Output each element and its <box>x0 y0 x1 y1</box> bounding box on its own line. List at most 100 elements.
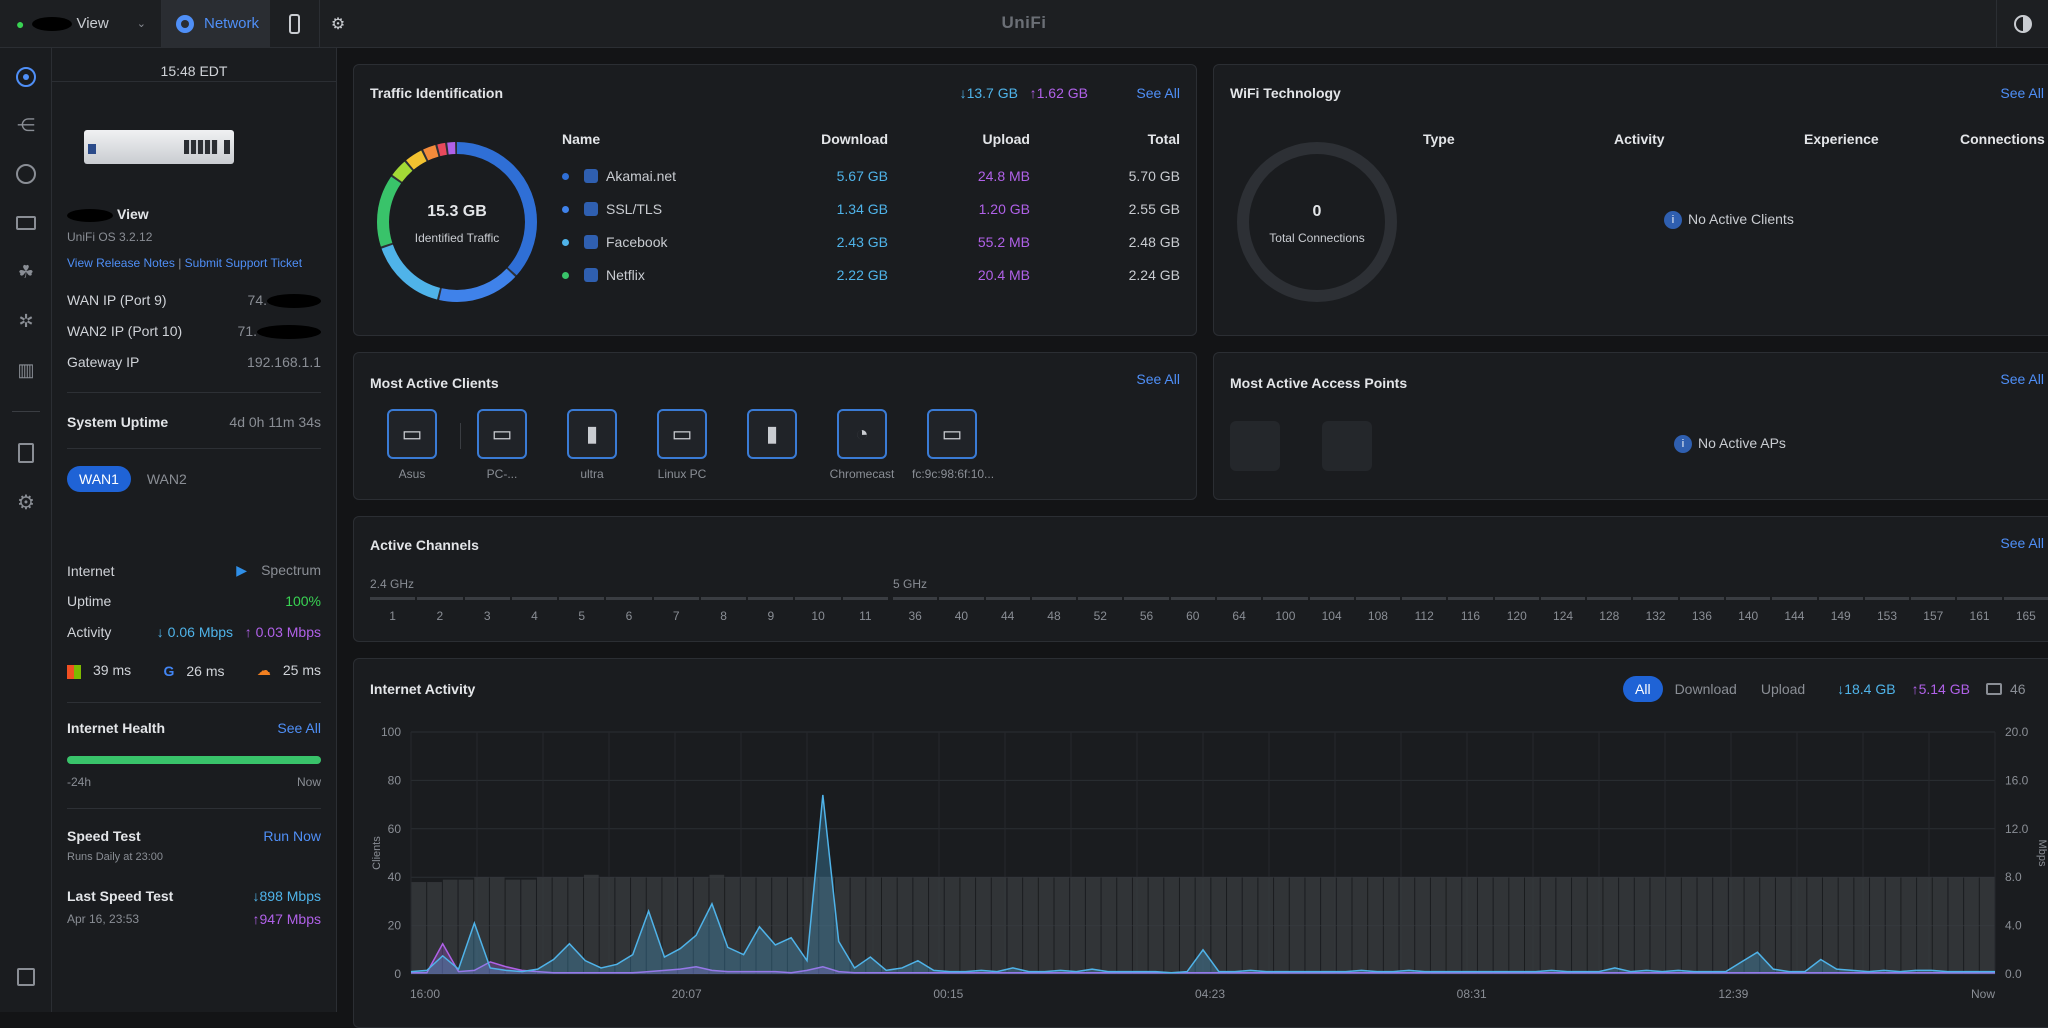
traffic-row[interactable]: Facebook 2.43 GB 55.2 MB 2.48 GB <box>354 234 1196 256</box>
system-uptime-label: System Uptime <box>67 414 169 430</box>
traffic-see-all[interactable]: See All <box>1136 85 1180 101</box>
redacted-text <box>267 294 321 309</box>
x-tick-label: 00:15 <box>933 987 963 1001</box>
channel-bar <box>1216 597 1262 600</box>
clients-bar <box>850 877 866 974</box>
nav-topology[interactable]: ⋲ <box>13 112 39 138</box>
traffic-download: 5.67 GB <box>836 168 888 184</box>
nav-statistics[interactable]: ☘ <box>13 259 39 285</box>
client-item[interactable]: ▭ PC-... <box>462 409 542 481</box>
filter-all[interactable]: All <box>1623 676 1663 702</box>
health-end: Now <box>296 775 321 789</box>
channel-bar <box>464 597 510 600</box>
y-tick-label: 100 <box>381 725 401 739</box>
channel-bar <box>2003 597 2048 600</box>
run-now-button[interactable]: Run Now <box>263 828 321 844</box>
channel-slot: 48 <box>1031 597 1077 623</box>
clients-bar <box>1697 877 1713 974</box>
client-item[interactable]: ◔ Chromecast <box>822 409 902 481</box>
theme-toggle[interactable] <box>1996 0 2048 47</box>
client-item[interactable]: ▭ Linux PC <box>642 409 722 481</box>
wifi-title: WiFi Technology <box>1230 85 1341 101</box>
client-item[interactable]: ▭ Asus <box>372 409 452 481</box>
speed-test-title: Speed Test <box>67 828 141 844</box>
channel-slot: 100 <box>1263 597 1308 623</box>
channel-slot: 116 <box>1448 597 1493 623</box>
clients-bar <box>1666 877 1681 974</box>
channel-number: 36 <box>908 609 922 623</box>
traffic-title: Traffic Identification <box>370 85 504 101</box>
channel-slot: 36 <box>893 597 938 623</box>
channel-slot: 132 <box>1633 597 1678 623</box>
nav-settings[interactable]: ⚙ <box>13 489 39 515</box>
channel-slot: 153 <box>1864 597 1910 623</box>
traffic-upload: 55.2 MB <box>977 234 1030 250</box>
nav-security[interactable]: ✲ <box>13 308 39 334</box>
nav-insights[interactable]: ▥ <box>13 357 39 383</box>
x-tick-label: 08:31 <box>1457 987 1487 1001</box>
aps-see-all[interactable]: See All <box>2000 371 2044 387</box>
nav-logs[interactable] <box>13 440 39 466</box>
channel-slot: 120 <box>1494 597 1539 623</box>
channel-bar <box>606 597 652 600</box>
clients-see-all[interactable]: See All <box>1136 371 1180 387</box>
support-ticket-link[interactable]: Submit Support Ticket <box>185 256 302 270</box>
client-item[interactable]: ▭ fc:9c:98:6f:10... <box>912 409 994 481</box>
traffic-total: 2.48 GB <box>1128 234 1180 250</box>
traffic-row[interactable]: Netflix 2.22 GB 20.4 MB 2.24 GB <box>354 267 1196 289</box>
clients-bar <box>1242 877 1258 974</box>
channel-bar <box>748 597 794 600</box>
channel-bar <box>1494 597 1539 600</box>
internet-health-see-all[interactable]: See All <box>277 720 321 736</box>
activity-title: Internet Activity <box>370 681 476 697</box>
clients-bar <box>1383 877 1399 974</box>
y2-tick-label: 20.0 <box>2005 725 2029 739</box>
filter-upload[interactable]: Upload <box>1749 676 1817 702</box>
nav-dashboard[interactable] <box>13 64 39 90</box>
channels-see-all[interactable]: See All <box>2000 535 2044 551</box>
app-icon <box>584 268 598 282</box>
release-notes-link[interactable]: View Release Notes <box>67 256 175 270</box>
nav-collapse[interactable] <box>13 964 39 990</box>
gateway-ip-label: Gateway IP <box>67 354 140 370</box>
isp-name: Spectrum <box>261 562 321 578</box>
clients-bar <box>1964 877 1979 974</box>
traffic-download: 2.43 GB <box>836 234 888 250</box>
channel-number: 120 <box>1506 609 1527 623</box>
divider <box>52 81 337 82</box>
traffic-download: 1.34 GB <box>836 201 888 217</box>
os-version: UniFi OS 3.2.12 <box>67 230 153 244</box>
client-item[interactable]: ▮ ultra <box>552 409 632 481</box>
clients-bar <box>1979 877 1995 974</box>
traffic-row[interactable]: Akamai.net 5.67 GB 24.8 MB 5.70 GB <box>354 168 1196 190</box>
speed-test-schedule: Runs Daily at 23:00 <box>67 851 163 863</box>
devices-icon <box>16 164 36 184</box>
traffic-row[interactable]: SSL/TLS 1.34 GB 1.20 GB 2.55 GB <box>354 201 1196 223</box>
channel-slot: 8 <box>700 597 747 623</box>
phone-icon: ▮ <box>567 409 617 459</box>
channel-number: 1 <box>389 609 396 623</box>
tab-wan2[interactable]: WAN2 <box>135 466 199 492</box>
client-label: Linux PC <box>657 467 707 481</box>
channel-slot: 157 <box>1911 597 1956 623</box>
clients-bar <box>1085 877 1101 974</box>
internet-activity-card: Internet Activity All Download Upload ↓1… <box>353 658 2048 1028</box>
traffic-dot <box>562 272 569 279</box>
clients-bar <box>1634 877 1650 974</box>
wan-ip-value: 74. <box>247 292 267 308</box>
clients-bar <box>1822 877 1838 974</box>
gateway-device-image <box>84 130 234 164</box>
nav-unifi-devices[interactable] <box>13 161 39 187</box>
channel-bar <box>985 597 1030 600</box>
client-item[interactable]: ▮ <box>732 409 812 467</box>
clients-bar <box>944 877 960 974</box>
wifi-see-all[interactable]: See All <box>2000 85 2044 101</box>
nav-client-devices[interactable] <box>13 210 39 236</box>
top-bar: ● View ⌄ Network ⚙ UniFi <box>0 0 2048 48</box>
traffic-total: 5.70 GB <box>1128 168 1180 184</box>
wan2-ip-value: 71. <box>237 323 257 339</box>
tab-wan1[interactable]: WAN1 <box>67 466 131 492</box>
filter-download[interactable]: Download <box>1663 676 1749 702</box>
channel-number: 108 <box>1367 609 1388 623</box>
channel-bar <box>1263 597 1308 600</box>
